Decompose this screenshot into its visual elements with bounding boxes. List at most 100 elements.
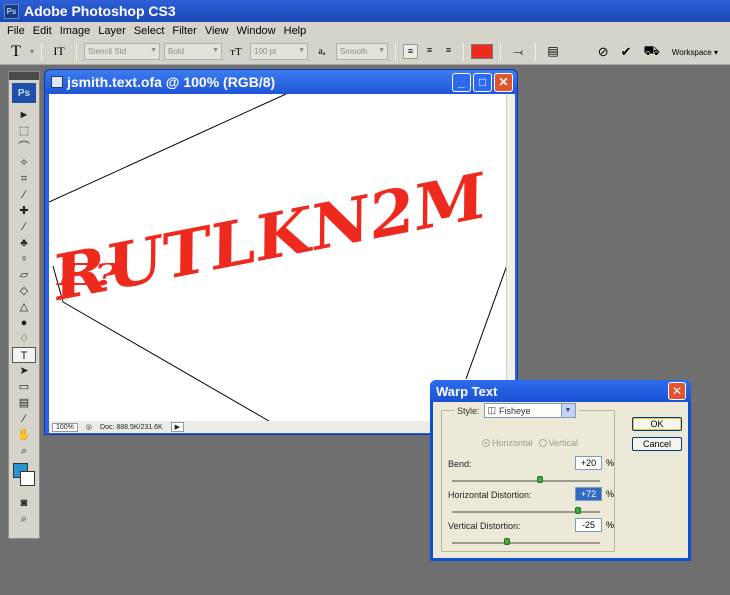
bend-slider-thumb[interactable]	[536, 476, 543, 483]
align-right-icon[interactable]: ≡	[441, 44, 456, 59]
background-color-swatch[interactable]	[20, 471, 35, 486]
close-icon[interactable]: ✕	[494, 73, 513, 92]
vertical-distortion-slider-thumb[interactable]	[503, 538, 510, 545]
horizontal-distortion-slider-thumb[interactable]	[575, 507, 582, 514]
ok-button[interactable]: OK	[632, 417, 682, 431]
font-size-select[interactable]: 100 pt ▼	[250, 43, 309, 60]
fisheye-style-icon: ◫	[487, 405, 497, 415]
menu-image[interactable]: Image	[56, 25, 95, 37]
eraser-tool-icon[interactable]: ▱	[12, 267, 36, 283]
toolbox-grip[interactable]	[9, 72, 39, 80]
blur-tool-icon[interactable]: △	[12, 299, 36, 315]
status-menu-arrow-icon[interactable]: ▶	[170, 422, 185, 432]
lasso-tool-icon[interactable]: ⌒	[12, 139, 36, 155]
type-tool-icon[interactable]: T	[12, 347, 36, 363]
quick-mask-icon[interactable]: ◙	[12, 495, 36, 511]
dialog-title-bar[interactable]: Warp Text	[430, 380, 691, 402]
eyedropper-tool-icon[interactable]: ⁄	[12, 411, 36, 427]
magic-wand-tool-icon[interactable]: ✧	[12, 155, 36, 171]
font-style-value: Bold	[168, 47, 185, 56]
warp-style-select[interactable]: ◫ Fisheye ▼	[483, 403, 576, 418]
history-brush-tool-icon[interactable]: ♀	[12, 251, 36, 267]
chevron-down-icon: ▼	[212, 47, 220, 54]
healing-brush-tool-icon[interactable]: ✚	[12, 203, 36, 219]
bridge-icon[interactable]: ⛟	[644, 43, 660, 61]
photoshop-logo[interactable]: Ps	[12, 83, 36, 103]
font-size-icon: тT	[230, 45, 242, 58]
horizontal-radio[interactable]: Horizontal	[482, 438, 533, 448]
pen-tool-icon[interactable]: ♢	[12, 331, 36, 347]
slice-tool-icon[interactable]: ∕	[12, 187, 36, 203]
menu-help[interactable]: Help	[280, 25, 311, 37]
status-info-icon[interactable]: ◎	[86, 423, 92, 431]
menu-edit[interactable]: Edit	[29, 25, 56, 37]
separator	[535, 42, 537, 61]
workspace-menu[interactable]: Workspace ▾	[672, 48, 718, 57]
separator	[395, 42, 397, 61]
menu-layer[interactable]: Layer	[94, 25, 130, 37]
vertical-distortion-slider[interactable]	[452, 538, 600, 545]
align-left-icon[interactable]: ≡	[403, 44, 419, 59]
zoom-tool-icon[interactable]: ⌕	[12, 443, 36, 459]
chevron-down-icon: ▼	[298, 47, 306, 54]
bend-slider[interactable]	[452, 476, 600, 483]
menu-view[interactable]: View	[201, 25, 233, 37]
screen-mode-icon[interactable]: ⌕	[12, 511, 36, 527]
align-center-icon[interactable]: ≡	[422, 44, 437, 59]
text-color-swatch[interactable]	[471, 44, 494, 59]
bend-input[interactable]: +20	[575, 456, 602, 470]
brush-tool-icon[interactable]: ∕	[12, 219, 36, 235]
vertical-distortion-label: Vertical Distortion:	[448, 521, 521, 531]
paint-bucket-tool-icon[interactable]: ◇	[12, 283, 36, 299]
separator	[41, 42, 43, 61]
menu-file[interactable]: File	[3, 25, 29, 37]
vertical-radio[interactable]: Vertical	[538, 438, 579, 448]
menu-window[interactable]: Window	[233, 25, 280, 37]
commit-checkmark-icon[interactable]: ✔	[621, 44, 632, 60]
warp-style-value: Fisheye	[499, 405, 531, 416]
vertical-distortion-input[interactable]: -25	[575, 518, 602, 532]
warp-text-icon[interactable]: ⤙	[508, 44, 528, 60]
chevron-down-icon: ▼	[150, 47, 158, 54]
dialog-title: Warp Text	[436, 383, 498, 399]
document-icon	[51, 76, 63, 88]
vertical-scrollbar[interactable]	[506, 94, 515, 421]
tool-list: ► ⬚ ⌒ ✧ ⌗ ∕ ✚ ∕ ♣ ♀ ▱ ◇ △ ● ♢ T ➤ ▭ ▤ ⁄ ✋ ⌕	[9, 107, 39, 459]
maximize-icon[interactable]: □	[473, 73, 492, 92]
menu-select[interactable]: Select	[130, 25, 169, 37]
notes-tool-icon[interactable]: ▤	[12, 395, 36, 411]
horizontal-distortion-input[interactable]: +72	[575, 487, 602, 501]
menu-filter[interactable]: Filter	[168, 25, 200, 37]
vertical-label: Vertical	[548, 438, 579, 448]
radio-selected-icon	[482, 439, 490, 447]
horizontal-label: Horizontal	[492, 438, 533, 448]
path-selection-tool-icon[interactable]: ➤	[12, 363, 36, 379]
dialog-close-icon[interactable]: ✕	[668, 382, 686, 400]
rectangle-tool-icon[interactable]: ▭	[12, 379, 36, 395]
text-orientation-icon[interactable]: ΙT	[49, 44, 69, 59]
type-tool-preset-icon[interactable]: T	[6, 43, 26, 61]
clone-stamp-tool-icon[interactable]: ♣	[12, 235, 36, 251]
chevron-down-icon: ▼	[560, 404, 575, 417]
document-canvas[interactable]: RUTLKN2M E?	[49, 94, 506, 421]
minimize-icon[interactable]: _	[452, 73, 471, 92]
window-buttons: _ □ ✕	[452, 73, 513, 92]
canvas-artwork: RUTLKN2M E?	[49, 94, 506, 421]
cancel-edit-icon[interactable]: ⊘	[598, 44, 609, 60]
cancel-button[interactable]: Cancel	[632, 437, 682, 451]
horizontal-distortion-percent: %	[606, 489, 615, 499]
crop-tool-icon[interactable]: ⌗	[12, 171, 36, 187]
document-title-bar[interactable]: jsmith.text.ofa @ 100% (RGB/8)	[45, 70, 517, 94]
antialias-select[interactable]: Smooth ▼	[336, 43, 389, 60]
marquee-tool-icon[interactable]: ⬚	[12, 123, 36, 139]
font-family-select[interactable]: Stencil Std ▼	[84, 43, 161, 60]
antialias-icon: aₐ	[318, 46, 326, 57]
preset-dropdown-arrow-icon[interactable]: ▾	[30, 47, 34, 56]
dodge-tool-icon[interactable]: ●	[12, 315, 36, 331]
horizontal-distortion-slider[interactable]	[452, 507, 600, 514]
zoom-level[interactable]: 100%	[52, 422, 78, 432]
move-tool-icon[interactable]: ►	[12, 107, 36, 123]
character-panel-icon[interactable]: ▤	[543, 44, 563, 59]
font-style-select[interactable]: Bold ▼	[164, 43, 223, 60]
hand-tool-icon[interactable]: ✋	[12, 427, 36, 443]
